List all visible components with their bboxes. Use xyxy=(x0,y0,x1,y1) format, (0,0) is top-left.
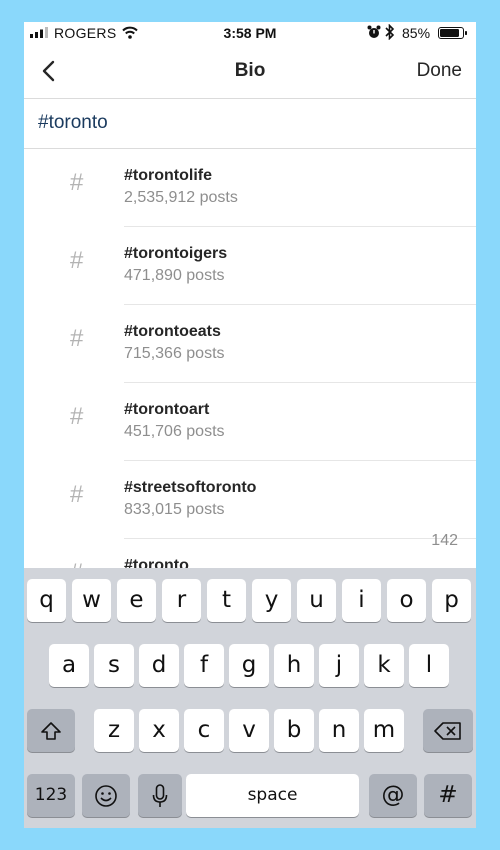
bio-field[interactable]: #toronto xyxy=(24,99,476,149)
key-m[interactable]: m xyxy=(364,709,404,752)
hashtag-name: #torontolife xyxy=(124,167,212,184)
hashtag-name: #torontoeats xyxy=(124,323,221,340)
hashtag-name: #torontoart xyxy=(124,401,210,418)
key-v[interactable]: v xyxy=(229,709,269,752)
page-title: Bio xyxy=(234,60,266,81)
key-f[interactable]: f xyxy=(184,644,224,687)
list-item[interactable]: # #torontoeats 715,366 posts xyxy=(24,305,476,383)
key-d[interactable]: d xyxy=(139,644,179,687)
shift-icon xyxy=(41,722,61,740)
key-b[interactable]: b xyxy=(274,709,314,752)
hashtag-icon: # xyxy=(70,403,84,430)
key-t[interactable]: t xyxy=(207,579,246,622)
key-x[interactable]: x xyxy=(139,709,179,752)
key-o[interactable]: o xyxy=(387,579,426,622)
status-bar: ROGERS 3:58 PM 85% xyxy=(24,22,476,44)
nav-bar: Bio Done xyxy=(24,44,476,99)
key-g[interactable]: g xyxy=(229,644,269,687)
key-n[interactable]: n xyxy=(319,709,359,752)
hashtag-name: #streetsoftoronto xyxy=(124,479,257,496)
post-count: 715,366 posts xyxy=(124,345,225,362)
key-k[interactable]: k xyxy=(364,644,404,687)
key-y[interactable]: y xyxy=(252,579,291,622)
at-key[interactable]: @ xyxy=(369,774,417,817)
microphone-icon xyxy=(152,784,168,807)
hashtag-suggestion-list: # #torontolife 2,535,912 posts # #toront… xyxy=(24,149,476,570)
key-c[interactable]: c xyxy=(184,709,224,752)
key-l[interactable]: l xyxy=(409,644,449,687)
alarm-icon xyxy=(367,25,381,38)
list-item[interactable]: # #toronto xyxy=(24,539,476,570)
hashtag-icon: # xyxy=(70,481,84,508)
key-q[interactable]: q xyxy=(27,579,66,622)
key-z[interactable]: z xyxy=(94,709,134,752)
keyboard: q w e r t y u i o p a s d f g h j k l z … xyxy=(24,568,476,828)
list-item[interactable]: # #torontoart 451,706 posts xyxy=(24,383,476,461)
space-key[interactable]: space xyxy=(186,774,359,817)
key-p[interactable]: p xyxy=(432,579,471,622)
numbers-key[interactable]: 123 xyxy=(27,774,75,817)
key-j[interactable]: j xyxy=(319,644,359,687)
shift-key[interactable] xyxy=(27,709,75,752)
post-count: 2,535,912 posts xyxy=(124,189,238,206)
key-r[interactable]: r xyxy=(162,579,201,622)
post-count: 451,706 posts xyxy=(124,423,225,440)
list-item[interactable]: # #streetsoftoronto 833,015 posts xyxy=(24,461,476,539)
post-count: 471,890 posts xyxy=(124,267,225,284)
done-button[interactable]: Done xyxy=(417,60,462,82)
list-item[interactable]: # #torontolife 2,535,912 posts xyxy=(24,149,476,227)
post-count: 833,015 posts xyxy=(124,501,225,518)
key-i[interactable]: i xyxy=(342,579,381,622)
hashtag-icon: # xyxy=(70,325,84,352)
hash-key[interactable]: # xyxy=(424,774,472,817)
key-u[interactable]: u xyxy=(297,579,336,622)
phone-screen: ROGERS 3:58 PM 85% Bio Done #toronto # #… xyxy=(24,22,476,828)
backspace-icon xyxy=(434,722,461,740)
character-count: 142 xyxy=(431,532,458,549)
list-item[interactable]: # #torontoigers 471,890 posts xyxy=(24,227,476,305)
emoji-key[interactable] xyxy=(82,774,130,817)
key-w[interactable]: w xyxy=(72,579,111,622)
delete-key[interactable] xyxy=(423,709,473,752)
hashtag-icon: # xyxy=(70,169,84,196)
key-a[interactable]: a xyxy=(49,644,89,687)
battery-percent: 85% xyxy=(402,25,431,41)
emoji-icon xyxy=(95,785,117,807)
bio-input-text[interactable]: #toronto xyxy=(38,112,108,134)
dictation-key[interactable] xyxy=(138,774,182,817)
key-e[interactable]: e xyxy=(117,579,156,622)
hashtag-name: #torontoigers xyxy=(124,245,228,262)
key-s[interactable]: s xyxy=(94,644,134,687)
battery-icon xyxy=(438,27,467,39)
hashtag-icon: # xyxy=(70,247,84,274)
key-h[interactable]: h xyxy=(274,644,314,687)
bluetooth-icon xyxy=(385,24,395,40)
